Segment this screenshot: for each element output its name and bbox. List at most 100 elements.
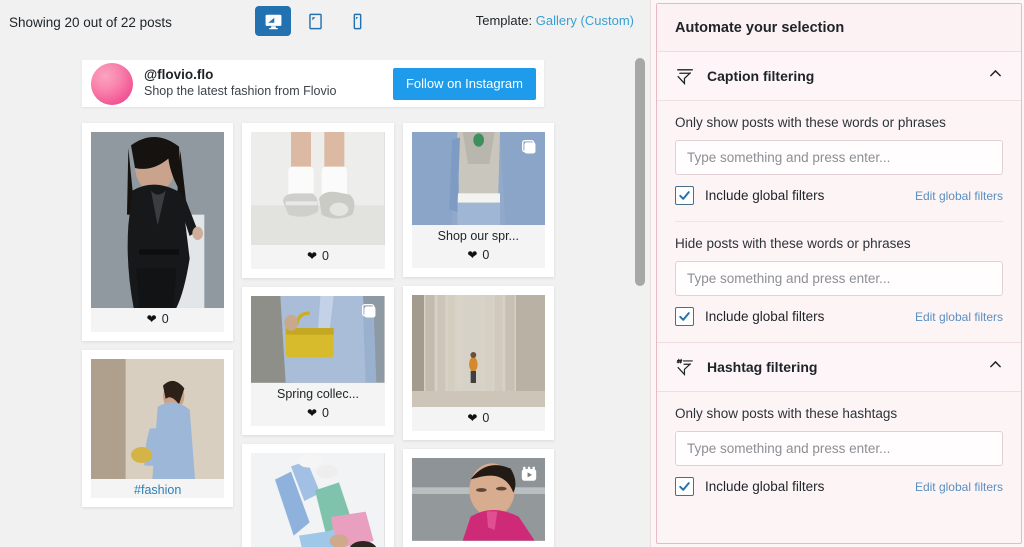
carousel-icon: [360, 302, 379, 321]
hashtag-include-global-label: Include global filters: [705, 479, 825, 494]
post-card[interactable]: [242, 443, 394, 547]
device-desktop-button[interactable]: [255, 6, 291, 36]
heart-icon: ❤: [306, 249, 318, 264]
post-likes: ❤ 0: [251, 249, 384, 263]
post-footer: ❤ 0: [411, 407, 545, 432]
post-caption: #fashion: [91, 478, 225, 498]
caption-exclude-input[interactable]: [675, 261, 1003, 296]
post-grid: ❤ 0 #fashion ❤ 0 Spring collec... ❤ 0 Sh…: [82, 123, 554, 547]
template-link[interactable]: Gallery (Custom): [536, 13, 634, 28]
preview-scrollbar[interactable]: [634, 52, 646, 503]
desktop-icon: [264, 12, 283, 31]
profile-handle: @flovio.flo: [144, 67, 214, 83]
preview-toolbar: Showing 20 out of 22 posts Template: Gal…: [0, 0, 650, 44]
accordion-header-caption-filtering[interactable]: Caption filtering: [657, 52, 1021, 101]
caption-include-input[interactable]: [675, 140, 1003, 175]
accordion-label-hashtag-filtering: Hashtag filtering: [707, 359, 818, 375]
device-tablet-button[interactable]: [297, 6, 333, 36]
post-footer: ❤ 0: [251, 401, 385, 426]
caption-exclude-global-row: Include global filters Edit global filte…: [657, 296, 1021, 326]
carousel-icon: [520, 138, 539, 157]
caption-include-global-label: Include global filters: [705, 188, 825, 203]
post-media[interactable]: [411, 458, 545, 541]
mobile-icon: [351, 12, 364, 31]
post-caption: Shop our spr...: [411, 225, 545, 245]
caption-exclude-global-checkbox[interactable]: [675, 307, 694, 326]
avatar: [91, 62, 133, 105]
post-caption: Spring collec...: [251, 382, 385, 402]
hashtag-include-global-checkbox[interactable]: [675, 477, 694, 496]
device-preview-toggle[interactable]: [255, 6, 375, 36]
feed-preview-area: Showing 20 out of 22 posts Template: Gal…: [0, 0, 650, 547]
app-root: Showing 20 out of 22 posts Template: Gal…: [0, 0, 1024, 547]
post-footer: ❤ 0: [411, 244, 545, 269]
heart-icon: ❤: [467, 248, 478, 263]
profile-bio: Shop the latest fashion from Flovio: [144, 84, 337, 99]
post-media[interactable]: [251, 132, 385, 246]
caption-exclude-label: Hide posts with these words or phrases: [675, 236, 911, 251]
post-likes: ❤ 0: [251, 406, 384, 420]
caption-exclude-field-group: Hide posts with these words or phrases: [657, 222, 1021, 296]
hashtag-include-input[interactable]: [675, 431, 1003, 466]
chevron-up-icon[interactable]: [987, 65, 1004, 87]
post-likes: ❤ 0: [412, 248, 545, 262]
heart-icon: ❤: [146, 311, 157, 326]
panel-frame: Automate your selection Caption filterin…: [656, 3, 1022, 544]
preview-scrollbar-thumb[interactable]: [635, 58, 645, 286]
post-media[interactable]: [411, 132, 545, 226]
posts-count-text: Showing 20 out of 22 posts: [9, 14, 172, 30]
post-media[interactable]: [251, 452, 385, 547]
post-like-count: 0: [161, 311, 169, 326]
post-image-woman-black-leather-jacket: [91, 132, 225, 308]
chevron-up-icon[interactable]: [987, 356, 1004, 378]
post-like-count: 0: [482, 248, 490, 263]
filter-icon: [675, 66, 695, 86]
caption-include-edit-global-link[interactable]: Edit global filters: [915, 189, 1003, 203]
heart-icon: ❤: [306, 405, 318, 420]
panel-title: Automate your selection: [657, 4, 1021, 52]
feed-scroll-container[interactable]: @flovio.flo Shop the latest fashion from…: [0, 44, 650, 547]
post-media[interactable]: [411, 295, 545, 408]
caption-include-global-row: Include global filters Edit global filte…: [657, 175, 1021, 205]
post-footer: ❤ 0: [251, 245, 385, 270]
post-card[interactable]: ❤ 0: [82, 123, 234, 341]
post-card[interactable]: #fashion: [82, 349, 234, 507]
post-card[interactable]: ❤ 0: [402, 286, 554, 441]
profile-meta: @flovio.flo Shop the latest fashion from…: [144, 67, 393, 100]
post-media[interactable]: [91, 358, 225, 479]
follow-on-instagram-button[interactable]: Follow on Instagram: [392, 67, 536, 100]
caption-exclude-edit-global-link[interactable]: Edit global filters: [915, 310, 1003, 324]
accordion-label-caption-filtering: Caption filtering: [707, 68, 815, 84]
feed-inner: @flovio.flo Shop the latest fashion from…: [0, 60, 624, 547]
caption-include-global-checkbox[interactable]: [675, 186, 694, 205]
hashtag-include-global-row: Include global filters Edit global filte…: [657, 466, 1021, 496]
instagram-profile-header: @flovio.flo Shop the latest fashion from…: [82, 60, 544, 107]
post-card[interactable]: Spring collec... ❤ 0: [242, 287, 394, 435]
template-indicator: Template: Gallery (Custom): [476, 13, 634, 28]
caption-exclude-global-label: Include global filters: [705, 309, 825, 324]
post-image-white-sandals-socks: [251, 132, 385, 246]
post-footer: ❤ 0: [91, 307, 225, 332]
post-card[interactable]: Shop our spr... ❤ 0: [402, 123, 554, 278]
hashtag-include-label: Only show posts with these hashtags: [675, 406, 898, 421]
post-like-count: 0: [482, 411, 490, 426]
post-media[interactable]: [251, 296, 385, 383]
automate-selection-panel: Automate your selection Caption filterin…: [650, 0, 1024, 547]
post-like-count: 0: [322, 405, 329, 420]
post-likes: ❤ 0: [412, 411, 545, 425]
post-card[interactable]: [402, 449, 554, 547]
heart-icon: ❤: [467, 411, 478, 426]
reels-icon: [520, 464, 539, 483]
hashtag-include-field-group: Only show posts with these hashtags: [657, 392, 1021, 466]
caption-include-field-group: Only show posts with these words or phra…: [657, 101, 1021, 175]
tablet-icon: [307, 12, 324, 31]
post-media[interactable]: [91, 132, 225, 308]
post-card[interactable]: ❤ 0: [242, 123, 394, 279]
template-label: Template:: [475, 13, 533, 28]
accordion-header-hashtag-filtering[interactable]: Hashtag filtering: [657, 343, 1021, 392]
device-mobile-button[interactable]: [339, 6, 375, 36]
post-likes: ❤ 0: [91, 312, 224, 326]
post-image-colonnade-walkway: [411, 295, 545, 408]
caption-include-label: Only show posts with these words or phra…: [675, 115, 946, 130]
hashtag-include-edit-global-link[interactable]: Edit global filters: [915, 480, 1003, 494]
